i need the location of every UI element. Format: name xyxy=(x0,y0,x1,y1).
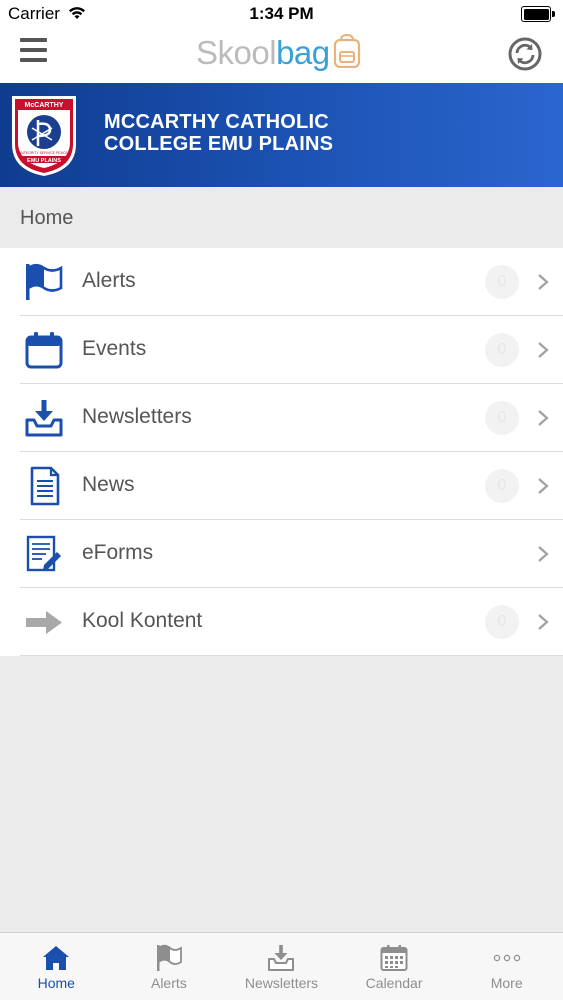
tab-alerts[interactable]: Alerts xyxy=(113,933,226,1000)
school-name-line-2: COLLEGE EMU PLAINS xyxy=(104,133,334,155)
svg-text:EMU PLAINS: EMU PLAINS xyxy=(27,158,61,164)
menu-item-label: eForms xyxy=(82,541,154,564)
inbox-download-icon xyxy=(24,398,64,438)
menu-item-label: News xyxy=(82,473,135,496)
form-pencil-icon xyxy=(24,534,64,574)
menu-item-label: Kool Kontent xyxy=(82,609,203,632)
tab-label: Alerts xyxy=(150,975,187,991)
school-crest-logo: McCARTHY INTEGRITY SERVICE PEACE EMU PLA… xyxy=(12,96,76,176)
tab-label: Home xyxy=(37,975,75,991)
home-menu-list: Alerts 0 Events 0 Newsletters 0 News 0 e… xyxy=(0,248,563,656)
flag-icon xyxy=(24,262,64,302)
page-title: Home xyxy=(20,207,74,229)
chevron-right-icon xyxy=(538,478,549,494)
chevron-right-icon xyxy=(538,342,549,358)
hamburger-icon[interactable] xyxy=(20,38,48,64)
arrow-right-icon xyxy=(24,602,64,642)
tab-newsletters[interactable]: Newsletters xyxy=(225,933,338,1000)
tab-label: Newsletters xyxy=(244,975,319,991)
count-badge: 0 xyxy=(485,265,519,299)
school-banner: McCARTHY INTEGRITY SERVICE PEACE EMU PLA… xyxy=(0,83,563,187)
calendar-icon xyxy=(24,330,64,370)
menu-item-events[interactable]: Events 0 xyxy=(0,316,563,384)
school-name: MCCARTHY CATHOLIC COLLEGE EMU PLAINS xyxy=(104,111,524,155)
count-badge: 0 xyxy=(485,469,519,503)
brand-text-skool: Skool xyxy=(196,34,277,71)
breadcrumb: Home xyxy=(0,187,563,248)
count-badge: 0 xyxy=(485,333,519,367)
chevron-right-icon xyxy=(538,546,549,562)
refresh-icon[interactable] xyxy=(507,36,543,72)
svg-text:McCARTHY: McCARTHY xyxy=(25,102,64,109)
calendar-grid-icon xyxy=(379,943,409,973)
tab-bar: Home Alerts Newsletters Calendar More xyxy=(0,932,563,1000)
tab-calendar[interactable]: Calendar xyxy=(338,933,451,1000)
inbox-download-icon xyxy=(266,943,296,973)
brand-text-bag: bag xyxy=(276,34,330,71)
menu-item-eforms[interactable]: eForms xyxy=(0,520,563,588)
menu-item-alerts[interactable]: Alerts 0 xyxy=(0,248,563,316)
status-bar: Carrier 1:34 PM xyxy=(0,0,563,28)
menu-item-label: Alerts xyxy=(82,269,136,292)
clock: 1:34 PM xyxy=(249,4,314,23)
menu-item-newsletters[interactable]: Newsletters 0 xyxy=(0,384,563,452)
app-logo: Skool bag xyxy=(196,32,362,72)
divider xyxy=(20,655,563,656)
flag-icon xyxy=(154,943,184,973)
tab-label: Calendar xyxy=(365,975,423,991)
count-badge: 0 xyxy=(485,401,519,435)
battery-icon xyxy=(521,6,555,22)
chevron-right-icon xyxy=(538,274,549,290)
tab-more[interactable]: More xyxy=(450,933,563,1000)
svg-text:INTEGRITY SERVICE PEACE: INTEGRITY SERVICE PEACE xyxy=(20,151,68,155)
home-icon xyxy=(41,943,71,973)
tab-label: More xyxy=(490,975,523,991)
menu-item-news[interactable]: News 0 xyxy=(0,452,563,520)
school-name-line-1: MCCARTHY CATHOLIC xyxy=(104,111,329,133)
chevron-right-icon xyxy=(538,614,549,630)
menu-item-label: Newsletters xyxy=(82,405,192,428)
chevron-right-icon xyxy=(538,410,549,426)
tab-home[interactable]: Home xyxy=(0,933,113,1000)
backpack-icon xyxy=(333,34,360,68)
document-icon xyxy=(24,466,64,506)
count-badge: 0 xyxy=(485,605,519,639)
more-dots-icon xyxy=(492,943,522,973)
menu-item-label: Events xyxy=(82,337,147,360)
app-header: Skool bag xyxy=(0,28,563,83)
menu-item-kool-kontent[interactable]: Kool Kontent 0 xyxy=(0,588,563,656)
